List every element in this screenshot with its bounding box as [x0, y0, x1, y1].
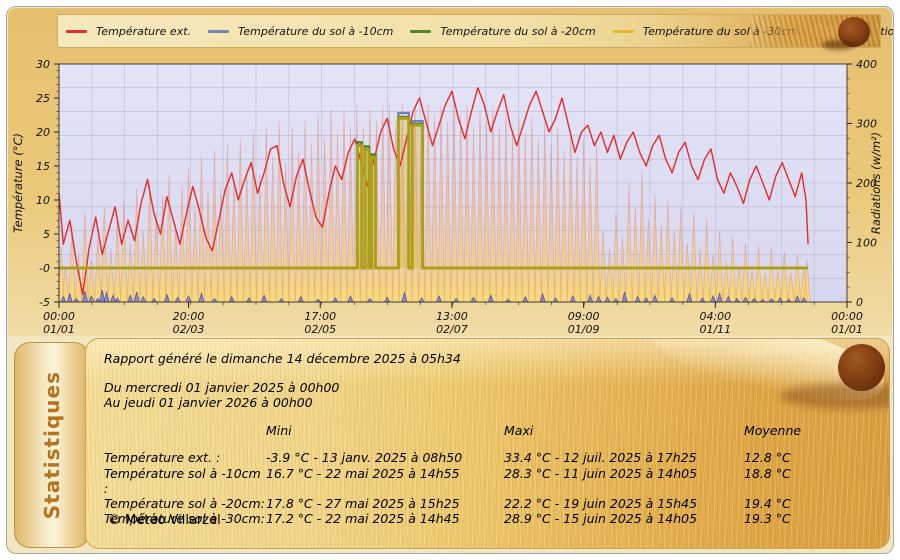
statistics-tab: Statistiques — [14, 342, 90, 548]
maxi-value: 22.2 °C - 19 juin 2025 à 15h45 — [504, 496, 744, 511]
soil-20cm-line-swatch — [410, 30, 431, 33]
svg-text:100: 100 — [856, 237, 877, 250]
soil-window-fill — [412, 125, 422, 268]
mini-value: 16.7 °C - 22 mai 2025 à 14h55 — [266, 466, 504, 497]
svg-text:-0: -0 — [39, 262, 50, 275]
svg-text:20:00: 20:00 — [173, 310, 205, 323]
svg-text:10: 10 — [36, 194, 50, 207]
maxi-value: 28.9 °C - 15 juin 2025 à 14h05 — [504, 511, 744, 526]
svg-text:01/11: 01/11 — [699, 323, 731, 336]
hay-bale-icon — [838, 17, 870, 47]
row-label: Température ext. : — [104, 450, 266, 465]
moyenne-value: 18.8 °C — [744, 466, 879, 497]
soil-30cm-line-swatch — [613, 30, 634, 33]
soil-10cm-line-swatch — [208, 30, 229, 33]
report-generated-line: Rapport généré le dimanche 14 décembre 2… — [104, 351, 461, 366]
svg-text:00:00: 00:00 — [43, 310, 75, 323]
table-corner — [104, 423, 266, 438]
svg-text:5: 5 — [43, 228, 50, 241]
svg-text:01/09: 01/09 — [568, 323, 600, 336]
moyenne-value: 12.8 °C — [744, 450, 879, 465]
chart-legend: Température ext. Température du sol à -1… — [57, 14, 881, 48]
legend-label: Température ext. — [96, 25, 191, 38]
y-right-axis-title: Radiations (w/m²) — [869, 132, 883, 234]
legend-item-temperature-ext: Température ext. — [66, 25, 191, 38]
legend-label: Température du sol à -20cm — [440, 25, 595, 38]
svg-text:-5: -5 — [39, 296, 50, 309]
report-period-to: Au jeudi 01 janvier 2026 à 00h00 — [104, 395, 313, 410]
hay-bale-icon — [838, 344, 885, 391]
row-label: Température sol à -10cm : — [104, 466, 266, 497]
moyenne-value: 19.4 °C — [744, 496, 879, 511]
svg-text:25: 25 — [36, 92, 50, 105]
legend-label: Température du sol à -10cm — [238, 25, 393, 38]
svg-text:09:00: 09:00 — [568, 310, 600, 323]
legend-item-soil-20cm: Température du sol à -20cm — [410, 25, 595, 38]
weather-chart: 30252015105-0-5400300200100000:0001/0120… — [8, 58, 892, 336]
mini-value: 17.2 °C - 22 mai 2025 à 14h45 — [266, 511, 504, 526]
column-header-maxi: Maxi — [504, 423, 744, 438]
svg-text:02/03: 02/03 — [173, 323, 205, 336]
legend-item-soil-10cm: Température du sol à -10cm — [208, 25, 393, 38]
svg-text:00:00: 00:00 — [831, 310, 863, 323]
chart-panel: Température ext. Température du sol à -1… — [8, 8, 892, 336]
statistics-panel: Rapport généré le dimanche 14 décembre 2… — [85, 338, 890, 549]
svg-text:300: 300 — [856, 118, 877, 131]
svg-text:30: 30 — [36, 58, 50, 71]
y-left-axis-title: Température (°C) — [11, 133, 25, 233]
statistics-tab-label: Statistiques — [40, 371, 64, 519]
maxi-value: 28.3 °C - 11 juin 2025 à 14h05 — [504, 466, 744, 497]
report-page: Température ext. Température du sol à -1… — [0, 0, 900, 560]
column-header-moyenne: Moyenne — [744, 423, 879, 438]
soil-window-fill — [398, 118, 408, 268]
svg-text:20: 20 — [36, 126, 50, 139]
svg-text:17:00: 17:00 — [304, 310, 336, 323]
svg-text:400: 400 — [856, 58, 877, 71]
svg-text:02/07: 02/07 — [436, 323, 468, 336]
mini-value: 17.8 °C - 27 mai 2025 à 15h25 — [266, 496, 504, 511]
row-label: Température sol à -20cm: — [104, 496, 266, 511]
temperature-ext-line-swatch — [66, 30, 87, 33]
copyright-notice: © Météo Villarzel — [108, 513, 221, 528]
svg-text:04:00: 04:00 — [699, 310, 731, 323]
moyenne-value: 19.3 °C — [744, 511, 879, 526]
svg-text:02/05: 02/05 — [304, 323, 336, 336]
svg-text:0: 0 — [856, 296, 863, 309]
column-header-mini: Mini — [266, 423, 504, 438]
statistics-table: Mini Maxi Moyenne Température ext. : -3.… — [104, 423, 879, 527]
svg-text:13:00: 13:00 — [436, 310, 468, 323]
report-frame: Température ext. Température du sol à -1… — [6, 6, 894, 554]
svg-text:01/01: 01/01 — [43, 323, 75, 336]
maxi-value: 33.4 °C - 12 juil. 2025 à 17h25 — [504, 450, 744, 465]
svg-text:01/01: 01/01 — [831, 323, 863, 336]
mini-value: -3.9 °C - 13 janv. 2025 à 08h50 — [266, 450, 504, 465]
report-period-from: Du mercredi 01 janvier 2025 à 00h00 — [104, 380, 339, 395]
svg-text:15: 15 — [36, 160, 50, 173]
